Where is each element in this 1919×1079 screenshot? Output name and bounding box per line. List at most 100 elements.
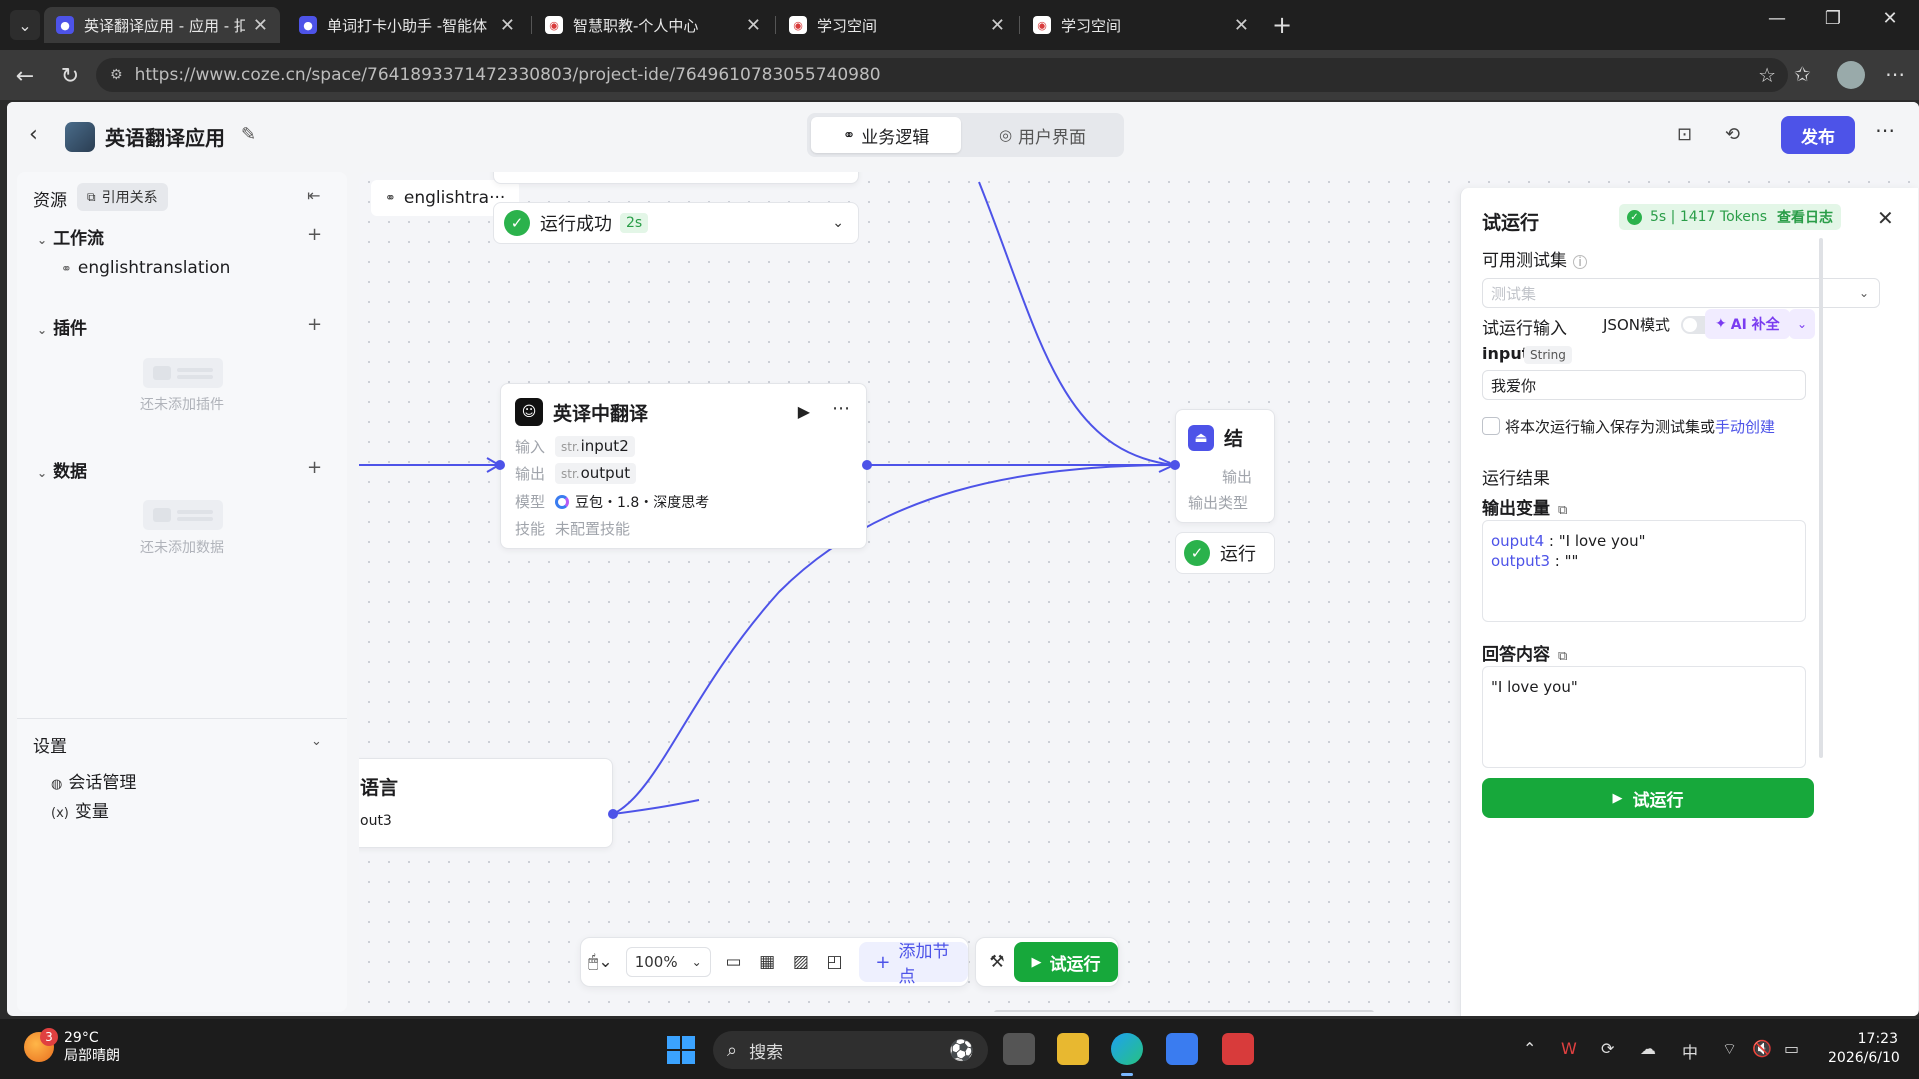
file-explorer-icon[interactable] [1057,1033,1089,1065]
browser-tab-5[interactable]: ◉ 学习空间 ✕ [1021,7,1261,43]
minimize-icon[interactable]: — [1757,8,1797,29]
wrench-icon[interactable]: ⚒ [980,952,1014,972]
layout-icon[interactable]: ▦ [750,952,784,972]
sync-icon[interactable]: ⟳ [1601,1039,1614,1058]
cloud-icon[interactable]: ☁ [1640,1039,1656,1058]
weather-widget[interactable]: 3 29°C 局部晴朗 [24,1028,120,1065]
copy-icon[interactable]: ⧉ [1558,649,1567,664]
workflow-section[interactable]: ⌄ 工作流 [37,224,104,249]
manual-create-link[interactable]: 手动创建 [1715,418,1775,436]
save-box-icon[interactable]: ⊡ [1677,124,1692,145]
favorite-star-icon[interactable]: ☆ [1758,63,1776,87]
browser-tab-3[interactable]: ◉ 智慧职教-个人中心 ✕ [533,7,773,43]
close-tab-icon[interactable]: ✕ [253,15,268,36]
browser-menu-icon[interactable]: ⋯ [1885,62,1905,86]
variables-item[interactable]: (x) 变量 [51,797,109,822]
volume-muted-icon[interactable]: 🔇 [1752,1039,1772,1058]
close-tab-icon[interactable]: ✕ [1234,15,1249,36]
plugins-section[interactable]: ⌄ 插件 [37,314,87,339]
add-plugin-icon[interactable]: + [307,314,322,335]
reference-relations-button[interactable]: ⧉ 引用关系 [77,183,168,211]
trial-run-button[interactable]: ▶ 试运行 [1014,942,1118,982]
favorites-icon[interactable]: ✩ [1794,62,1811,86]
data-section[interactable]: ⌄ 数据 [37,457,87,482]
close-window-icon[interactable]: ✕ [1870,8,1910,29]
site-info-icon[interactable]: ⚙ [110,67,123,83]
end-node[interactable]: ⏏ 结 输出 输出类型 [1175,409,1275,523]
edge-browser-icon[interactable] [1111,1033,1143,1065]
profile-avatar[interactable] [1837,61,1865,89]
close-tab-icon[interactable]: ✕ [500,15,515,36]
tab-list-dropdown-icon[interactable]: ⌄ [10,10,40,40]
save-testset-checkbox[interactable] [1482,417,1500,435]
back-chevron-icon[interactable]: ‹ [29,122,38,147]
browser-tab-1[interactable]: ● 英译翻译应用 - 应用 - 扣子 ✕ [44,7,280,43]
add-workflow-icon[interactable]: + [307,224,322,245]
comment-icon[interactable]: ▭ [717,952,751,972]
wifi-icon[interactable]: ⌔ [1722,1039,1737,1059]
restore-icon[interactable]: ❐ [1813,8,1853,29]
new-tab-icon[interactable]: + [1266,10,1298,40]
input-field[interactable]: 我爱你 [1482,370,1806,400]
taskbar-search[interactable]: ⌕ 搜索 ⚽ [713,1031,988,1069]
edit-icon[interactable]: ✎ [241,124,256,145]
info-icon[interactable]: i [1573,255,1587,269]
battery-icon[interactable]: ▭ [1784,1039,1799,1058]
ai-fill-dropdown-icon[interactable]: ⌄ [1789,309,1815,339]
task-view-icon[interactable] [1003,1033,1035,1065]
tab-business-logic[interactable]: ⚭ 业务逻辑 [811,117,961,153]
collapse-sidebar-icon[interactable]: ⇤ [307,186,320,205]
run-status-end[interactable]: ✓ 运行 [1175,532,1275,574]
ime-indicator[interactable]: 中 [1682,1039,1698,1063]
input-port[interactable] [495,460,505,470]
language-node-partial[interactable]: 语言 out3 [359,758,613,848]
chevron-down-icon[interactable]: ⌄ [311,734,322,749]
copy-icon[interactable]: ⧉ [1558,503,1567,518]
tab-user-interface[interactable]: ◎ 用户界面 [965,117,1120,153]
publish-button[interactable]: 发布 [1781,116,1855,154]
workflow-icon: ⚭ [842,126,856,144]
workflow-item-englishtranslation[interactable]: ⚭ englishtranslation [61,258,230,278]
llm-node-translate[interactable]: ☺ 英译中翻译 ▶ ⋯ 输入 str.input2 输出 str.output … [500,383,867,549]
zoom-select[interactable]: 100% ⌄ [625,947,711,977]
view-log-link[interactable]: 查看日志 [1777,207,1833,227]
panel-trial-run-button[interactable]: ▶ 试运行 [1482,778,1814,818]
horizontal-scrollbar[interactable] [994,1010,1374,1012]
node-partial-top[interactable] [493,172,859,184]
panel-scrollbar[interactable] [1819,238,1823,758]
plus-icon: + [875,951,891,973]
chevron-down-icon[interactable]: ⌄ [832,215,844,231]
add-data-icon[interactable]: + [307,457,322,478]
more-icon[interactable]: ⋯ [832,398,850,419]
wps-tray-icon[interactable]: W [1561,1039,1577,1058]
play-icon[interactable]: ▶ [798,402,810,421]
close-icon[interactable]: ✕ [1877,206,1894,230]
url-field[interactable]: ⚙ https://www.coze.cn/space/764189337147… [96,58,1788,92]
ai-fill-button[interactable]: ✦ AI 补全 [1705,309,1790,339]
start-windows-icon[interactable] [667,1036,695,1064]
chevron-up-icon[interactable]: ⌃ [1523,1039,1536,1058]
more-icon[interactable]: ⋯ [1875,118,1895,142]
output-port[interactable] [608,809,618,819]
reload-icon[interactable]: ↻ [56,62,84,90]
json-mode-label: JSON模式 [1603,316,1670,334]
back-arrow-icon[interactable]: ← [11,62,39,90]
add-node-button[interactable]: + 添加节点 [859,942,969,987]
history-icon[interactable]: ⟲ [1725,124,1740,145]
close-tab-icon[interactable]: ✕ [990,15,1005,36]
minimap-icon[interactable]: ◰ [818,952,852,972]
close-tab-icon[interactable]: ✕ [746,15,761,36]
browser-tab-4[interactable]: ◉ 学习空间 ✕ [777,7,1017,43]
output-port[interactable] [862,460,872,470]
conversation-management-item[interactable]: ◍ 会话管理 [51,768,136,793]
browser-tab-2[interactable]: ● 单词打卡小助手 -智能体 - 扣子 ✕ [287,7,527,43]
mouse-mode-icon[interactable]: 🖱⌄ [581,952,620,972]
workflow-icon: ⚭ [385,190,396,206]
image-icon[interactable]: ▨ [784,952,818,972]
store-icon[interactable] [1166,1033,1198,1065]
end-node-title-text: 结 [1224,428,1244,450]
wps-icon[interactable] [1222,1033,1254,1065]
clock[interactable]: 17:23 2026/6/10 [1828,1030,1900,1068]
end-input-port[interactable] [1170,460,1180,470]
run-status-top[interactable]: ✓ 运行成功 2s ⌄ [493,202,859,244]
